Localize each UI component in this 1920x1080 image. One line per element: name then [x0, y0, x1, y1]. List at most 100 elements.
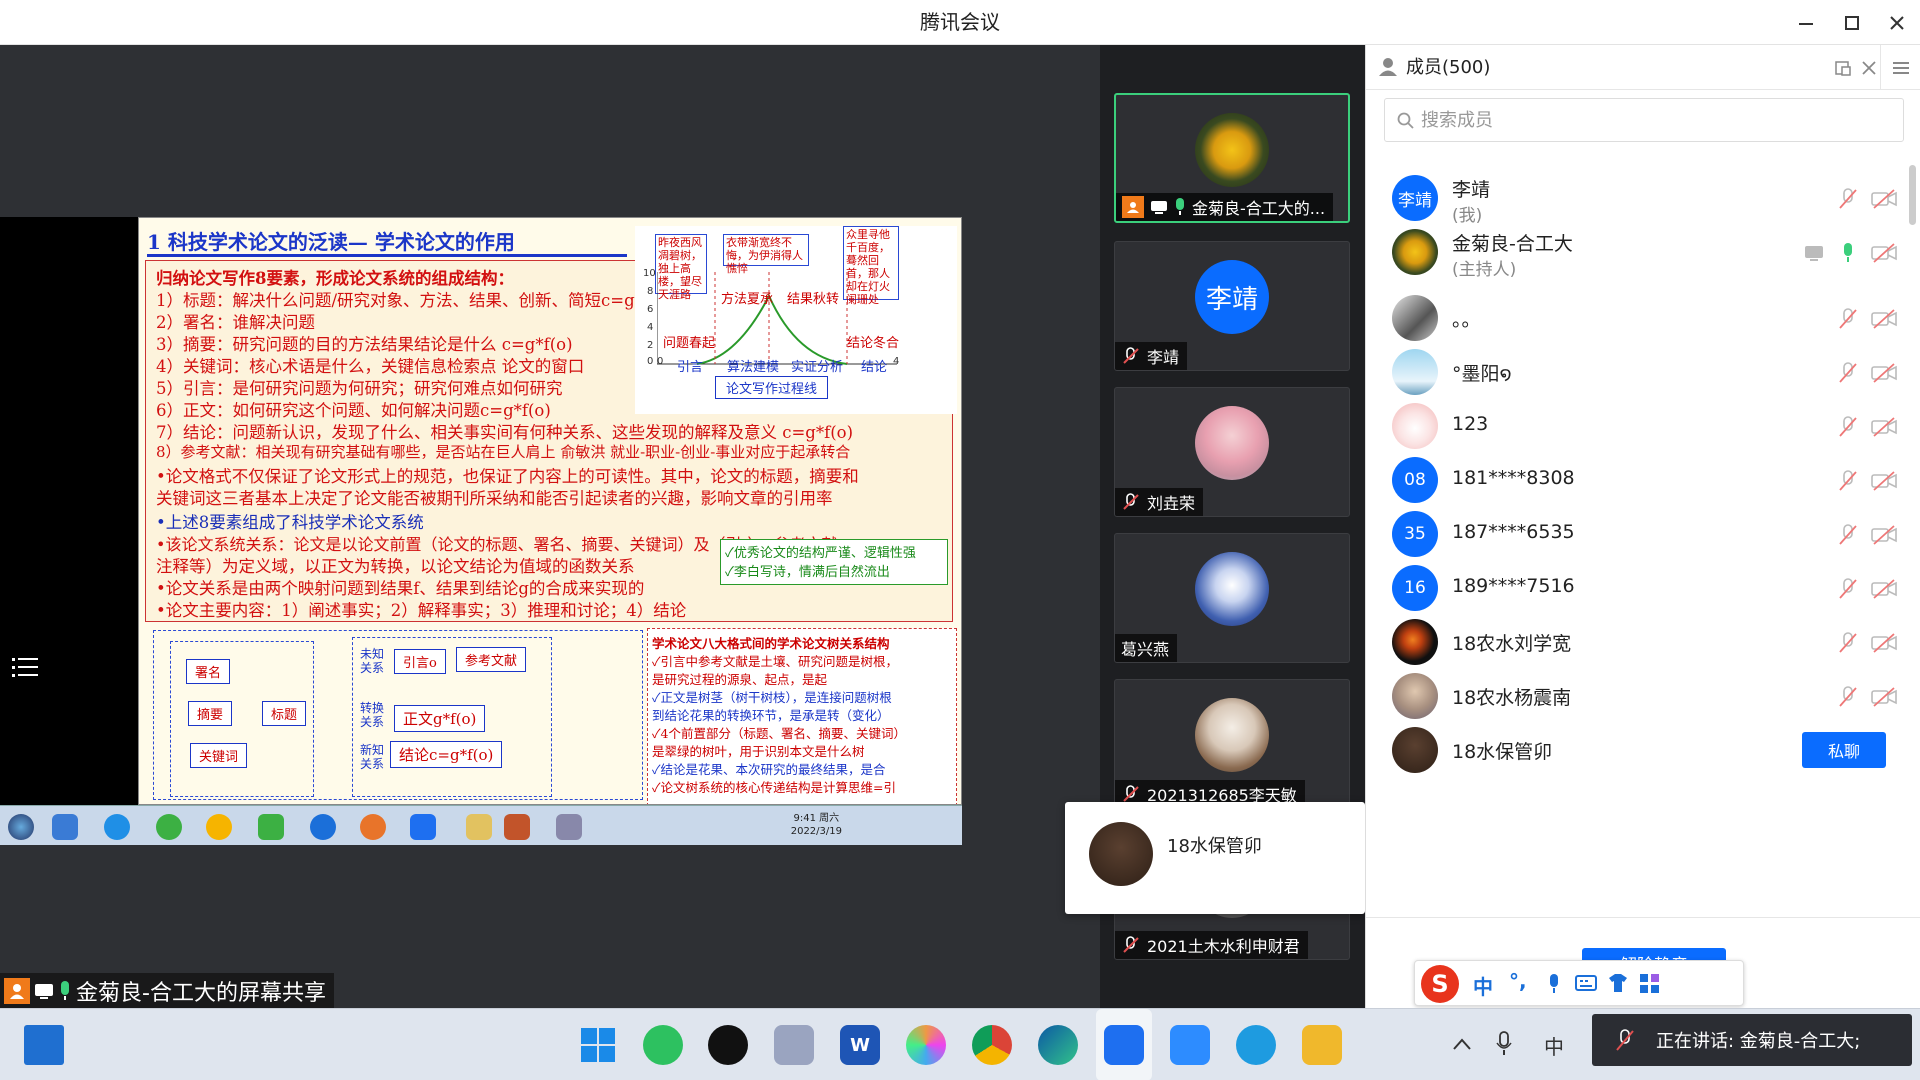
mic-muted-icon[interactable]: [1836, 187, 1860, 211]
video-tile[interactable]: 刘垚荣: [1114, 387, 1350, 517]
slide-title: 1 科技学术论文的泛读— 学术论文的作用: [147, 230, 515, 254]
chevron-up-icon[interactable]: [1452, 1037, 1472, 1051]
y-tick: 6: [647, 304, 654, 315]
maximize-icon: [1845, 15, 1859, 30]
camera-off-icon[interactable]: [1870, 469, 1898, 493]
tree-line: 是翠绿的树叶，用于识别本文是什么树: [652, 744, 865, 759]
video-tile[interactable]: 2021312685李天敏: [1114, 679, 1350, 809]
microphone-icon[interactable]: [1496, 1031, 1512, 1057]
camera-off-icon[interactable]: [1870, 523, 1898, 547]
person-icon: [1379, 58, 1397, 76]
avatar: [1392, 727, 1438, 773]
slide-line: 7）结论：问题新认识，发现了什么、相关事实间有何种关系、这些发现的解释及意义 c…: [156, 423, 854, 442]
member-name: 123: [1452, 413, 1489, 435]
camera-off-icon[interactable]: [1870, 241, 1898, 265]
toolbox-icon[interactable]: [1639, 973, 1661, 995]
wechat-icon[interactable]: [643, 1025, 683, 1065]
keyboard-icon[interactable]: [1575, 975, 1597, 991]
stage-label: 结果秋转: [787, 292, 840, 307]
camera-off-icon[interactable]: [1870, 361, 1898, 385]
video-tile[interactable]: 葛兴燕: [1114, 533, 1350, 663]
avatar: [1195, 552, 1269, 626]
widgets-icon[interactable]: [24, 1025, 64, 1065]
diagram-box: 正文g*f(o): [394, 705, 486, 732]
private-chat-button[interactable]: 私聊: [1802, 732, 1886, 768]
tencent-meeting-icon[interactable]: [1104, 1025, 1144, 1065]
speaking-indicator: 正在讲话: 金菊良-合工大;: [1592, 1014, 1912, 1066]
mic-muted-icon[interactable]: [1836, 685, 1860, 709]
search-input[interactable]: [1421, 99, 1891, 141]
camera-off-icon[interactable]: [1870, 187, 1898, 211]
side-note-line: ✓优秀论文的结构严谨、逻辑性强: [725, 546, 916, 561]
mic-muted-icon[interactable]: [1836, 307, 1860, 331]
camera-off-icon[interactable]: [1870, 631, 1898, 655]
tile-name: 2021土木水利申财君: [1147, 937, 1300, 956]
file-explorer-icon[interactable]: [1302, 1025, 1342, 1065]
video-tile[interactable]: 金菊良-合工大的...: [1114, 93, 1350, 223]
screen-share-area[interactable]: 1 科技学术论文的泛读— 学术论文的作用 归纳论文写作8要素，形成论文系统的组成…: [0, 45, 1100, 1008]
mic-muted-icon[interactable]: [1836, 523, 1860, 547]
slide-line: 2）署名：谁解决问题: [156, 313, 315, 332]
mic-on-icon[interactable]: [1836, 241, 1860, 265]
minimize-button[interactable]: [1783, 0, 1829, 45]
member-name: 181****8308: [1452, 467, 1575, 489]
powerpoint-icon: [504, 814, 530, 840]
member-row[interactable]: 金菊良-合工大 (主持人): [1366, 219, 1906, 285]
ime-punct[interactable]: °,: [1509, 969, 1527, 993]
member-name: 。。: [1452, 309, 1481, 331]
voice-input-icon[interactable]: [1545, 973, 1563, 995]
screen-share-icon: [1805, 246, 1823, 261]
ime-toolbar[interactable]: S 中 °,: [1414, 960, 1744, 1006]
video-tile[interactable]: 李靖 李靖: [1114, 241, 1350, 371]
tree-line: 是研究过程的源泉、起点，是起: [652, 672, 828, 687]
member-row[interactable]: 18水保管卯 私聊: [1366, 717, 1906, 783]
mic-muted-icon[interactable]: [1836, 361, 1860, 385]
maximize-button[interactable]: [1829, 0, 1875, 45]
tree-line: ✓结论是花果、本次研究的最终结果，是合: [652, 762, 886, 777]
input-language-indicator[interactable]: 中: [1544, 1031, 1564, 1060]
menu-button[interactable]: [1880, 45, 1920, 90]
ime-mode[interactable]: 中: [1473, 971, 1493, 1000]
mic-muted-icon[interactable]: [1836, 469, 1860, 493]
qq-icon[interactable]: [708, 1025, 748, 1065]
mic-muted-icon[interactable]: [1836, 577, 1860, 601]
member-search[interactable]: [1384, 98, 1904, 142]
screen-share-icon: [1151, 201, 1167, 214]
browser-icon[interactable]: [1236, 1025, 1276, 1065]
member-popup[interactable]: 18水保管卯: [1065, 802, 1365, 914]
tree-line: 学术论文八大格式间的学术论文树关系结构: [652, 636, 890, 651]
camera-off-icon[interactable]: [1870, 307, 1898, 331]
close-button[interactable]: [1874, 0, 1920, 45]
start-icon[interactable]: [578, 1025, 618, 1065]
minimize-icon: [1799, 22, 1813, 25]
camera-off-icon[interactable]: [1870, 577, 1898, 601]
popup-name: 18水保管卯: [1167, 836, 1262, 857]
popout-icon[interactable]: [1834, 59, 1852, 77]
mic-muted-icon[interactable]: [1836, 631, 1860, 655]
diagram-box: 引言o: [394, 649, 446, 674]
slide-title-underline: [147, 254, 627, 257]
camera-off-icon[interactable]: [1870, 415, 1898, 439]
scrollbar[interactable]: [1909, 165, 1916, 225]
diagram-box: 结论c=g*f(o): [390, 741, 503, 768]
list-icon[interactable]: [12, 655, 40, 679]
skin-icon[interactable]: [1607, 973, 1629, 993]
remote-clock: 9:41 周六 2022/3/19: [791, 812, 842, 838]
app-icon[interactable]: [774, 1025, 814, 1065]
word-icon[interactable]: W: [840, 1025, 880, 1065]
zoom-icon[interactable]: [1170, 1025, 1210, 1065]
y-tick: 0: [647, 356, 654, 367]
mic-muted-icon[interactable]: [1836, 415, 1860, 439]
chrome-icon[interactable]: [972, 1025, 1012, 1065]
members-title: 成员(500): [1406, 57, 1491, 78]
photos-icon[interactable]: [906, 1025, 946, 1065]
camera-off-icon[interactable]: [1870, 685, 1898, 709]
slide-line: 8）参考文献：相关现有研究基础有哪些，是否站在巨人肩上 俞敏洪 就业-职业-创业…: [156, 443, 851, 461]
close-panel-icon[interactable]: [1860, 59, 1878, 77]
close-icon: [1890, 15, 1904, 30]
meeting-icon: [410, 814, 436, 840]
tree-line: ✓4个前置部分（标题、署名、摘要、关键词）: [652, 726, 906, 741]
remote-taskbar: 9:41 周六 2022/3/19: [0, 805, 962, 845]
edge-icon[interactable]: [1038, 1025, 1078, 1065]
member-role: (主持人): [1452, 260, 1517, 280]
